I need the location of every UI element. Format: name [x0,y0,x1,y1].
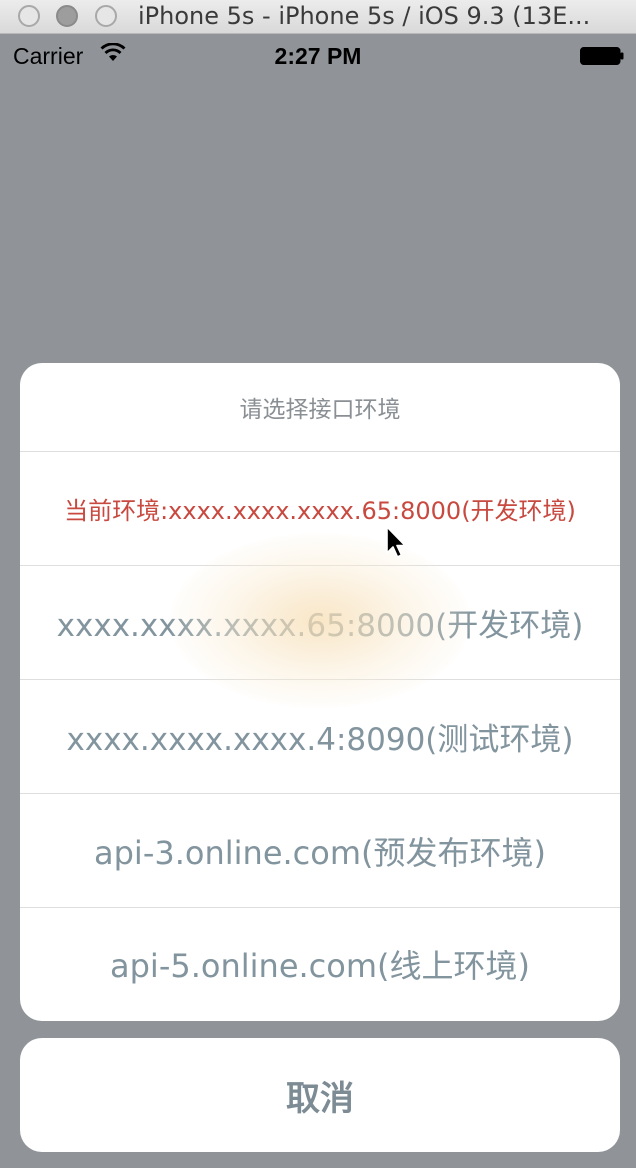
status-clock: 2:27 PM [274,43,362,69]
environment-action-sheet: 请选择接口环境 当前环境:xxxx.xxxx.xxxx.65:8000(开发环境… [20,363,620,1021]
battery-icon [580,47,624,65]
option-test-environment[interactable]: xxxx.xxxx.xxxx.4:8090(测试环境) [20,680,620,794]
option-production-environment[interactable]: api-5.online.com(线上环境) [20,908,620,1019]
window-title: iPhone 5s - iPhone 5s / iOS 9.3 (13E... [138,2,591,30]
option-dev-environment[interactable]: xxxx.xxxx.xxxx.65:8000(开发环境) [20,566,620,680]
mouse-cursor-icon [386,526,406,558]
window-minimize-button[interactable] [56,5,78,27]
ios-status-bar: Carrier 2:27 PM [0,34,636,76]
current-environment-option[interactable]: 当前环境:xxxx.xxxx.xxxx.65:8000(开发环境) [20,452,620,566]
cancel-button[interactable]: 取消 [20,1038,620,1152]
window-close-button[interactable] [18,5,40,27]
simulator-titlebar: iPhone 5s - iPhone 5s / iOS 9.3 (13E... [0,0,636,34]
option-prerelease-environment[interactable]: api-3.online.com(预发布环境) [20,794,620,908]
action-sheet-title: 请选择接口环境 [20,363,620,452]
window-zoom-button[interactable] [95,5,117,27]
